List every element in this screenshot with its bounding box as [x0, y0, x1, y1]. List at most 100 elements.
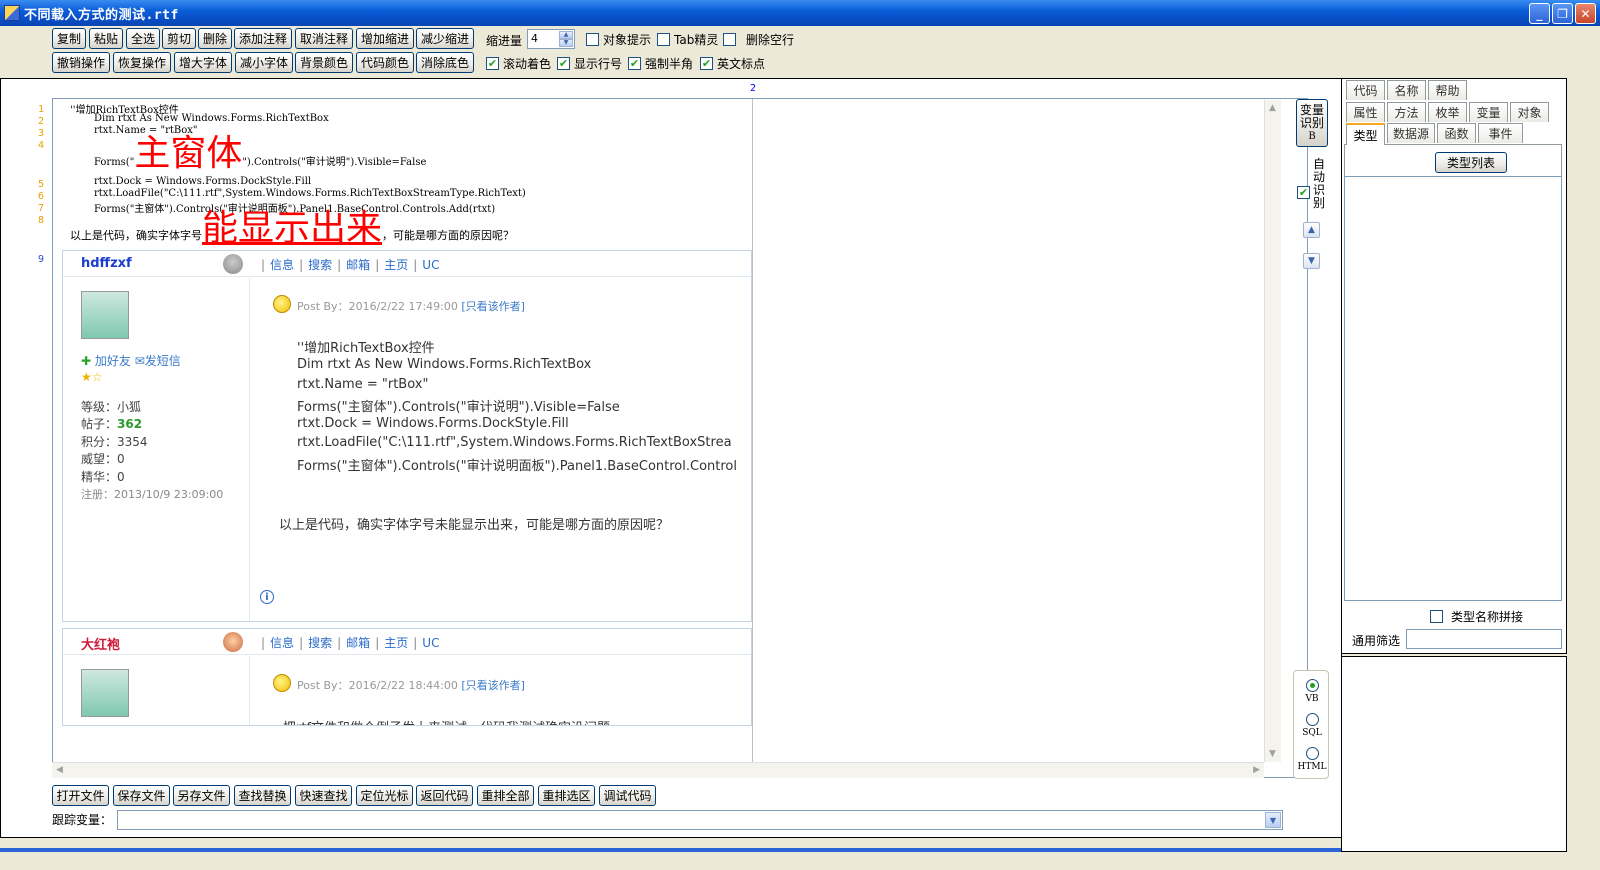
- code-color-button[interactable]: 代码颜色: [356, 52, 414, 73]
- option-scroll-coloring[interactable]: ✔ 滚动着色: [486, 55, 551, 72]
- scroll-right-icon[interactable]: ▶: [1253, 765, 1260, 775]
- link-uc[interactable]: UC: [422, 258, 439, 272]
- radio-sql[interactable]: [1306, 713, 1319, 726]
- tab-types[interactable]: 类型: [1346, 123, 1385, 145]
- tab-enums[interactable]: 枚举: [1428, 102, 1467, 122]
- code-line: Dim rtxt As New Windows.Forms.RichTextBo…: [94, 113, 329, 124]
- return-code-button[interactable]: 返回代码: [416, 785, 473, 806]
- track-variable-combo[interactable]: ▼: [117, 810, 1283, 830]
- only-author-link[interactable]: [只看该作者]: [461, 679, 525, 692]
- maximize-button[interactable]: ❐: [1552, 3, 1573, 24]
- editor-horizontal-scrollbar[interactable]: ◀ ▶: [52, 762, 1264, 778]
- indent-value: 4: [531, 32, 538, 45]
- type-list[interactable]: [1344, 176, 1562, 601]
- save-file-button[interactable]: 保存文件: [113, 785, 170, 806]
- checkbox-type-name-concat[interactable]: [1430, 610, 1443, 623]
- line-number: 9: [38, 254, 45, 265]
- option-tab-sprite[interactable]: Tab精灵: [657, 31, 718, 48]
- find-replace-button[interactable]: 查找替换: [234, 785, 291, 806]
- debug-code-button[interactable]: 调试代码: [599, 785, 656, 806]
- option-english-punctuation[interactable]: ✔ 英文标点: [700, 55, 765, 72]
- spin-down-icon[interactable]: ▼: [559, 39, 573, 47]
- increase-indent-button[interactable]: 增加缩进: [356, 28, 414, 49]
- increase-font-button[interactable]: 增大字体: [174, 52, 232, 73]
- move-up-icon[interactable]: ▲: [1303, 222, 1320, 238]
- decrease-indent-button[interactable]: 减少缩进: [416, 28, 474, 49]
- chevron-down-icon[interactable]: ▼: [1265, 812, 1281, 828]
- link-home[interactable]: 主页: [384, 258, 408, 272]
- post-body-line: Dim rtxt As New Windows.Forms.RichTextBo…: [297, 357, 592, 372]
- decrease-font-button[interactable]: 减小字体: [235, 52, 293, 73]
- link-info[interactable]: 信息: [270, 636, 294, 650]
- checkbox-auto-recognize[interactable]: ✔: [1297, 185, 1310, 199]
- radio-vb[interactable]: [1306, 679, 1319, 692]
- link-info[interactable]: 信息: [270, 258, 294, 272]
- post-username[interactable]: 大红袍: [81, 634, 120, 653]
- tab-objects[interactable]: 对象: [1510, 102, 1549, 122]
- checkbox-object-hint[interactable]: [586, 33, 599, 46]
- editor-vertical-scrollbar[interactable]: ▲ ▼: [1264, 100, 1281, 762]
- type-list-button[interactable]: 类型列表: [1435, 152, 1507, 173]
- radio-html[interactable]: [1306, 747, 1319, 760]
- tab-events[interactable]: 事件: [1478, 123, 1523, 143]
- tab-methods[interactable]: 方法: [1387, 102, 1426, 122]
- checkbox-english-punctuation[interactable]: ✔: [700, 57, 713, 70]
- only-author-link[interactable]: [只看该作者]: [461, 300, 525, 313]
- checkbox-tab-sprite[interactable]: [657, 33, 670, 46]
- type-name-concat-toggle[interactable]: 类型名称拼接: [1430, 608, 1523, 625]
- copy-button[interactable]: 复制: [52, 28, 86, 49]
- indent-spinner[interactable]: 4 ▲ ▼: [527, 29, 575, 49]
- move-down-icon[interactable]: ▼: [1303, 253, 1320, 269]
- filter-input[interactable]: [1406, 629, 1562, 649]
- close-button[interactable]: ✕: [1575, 3, 1596, 24]
- checkbox-force-halfwidth[interactable]: ✔: [628, 57, 641, 70]
- tab-name[interactable]: 名称: [1387, 80, 1426, 100]
- checkbox-scroll-coloring[interactable]: ✔: [486, 57, 499, 70]
- variable-recognize-button[interactable]: 变量 识别 B: [1296, 99, 1328, 147]
- checkbox-show-line-numbers[interactable]: ✔: [557, 57, 570, 70]
- delete-button[interactable]: 删除: [198, 28, 232, 49]
- reformat-selection-button[interactable]: 重排选区: [538, 785, 595, 806]
- option-object-hint[interactable]: 对象提示: [586, 31, 651, 48]
- auto-recognize-toggle[interactable]: ✔ 自 动 识 别: [1297, 158, 1326, 210]
- info-icon[interactable]: i: [260, 590, 274, 604]
- add-comment-button[interactable]: 添加注释: [234, 28, 292, 49]
- save-as-button[interactable]: 另存文件: [173, 785, 230, 806]
- reformat-all-button[interactable]: 重排全部: [477, 785, 534, 806]
- link-mail[interactable]: 邮箱: [346, 258, 370, 272]
- scroll-down-icon[interactable]: ▼: [1269, 749, 1276, 759]
- open-file-button[interactable]: 打开文件: [52, 785, 109, 806]
- tab-functions[interactable]: 函数: [1437, 123, 1476, 143]
- checkbox-delete-blank-lines[interactable]: [723, 33, 736, 46]
- scroll-up-icon[interactable]: ▲: [1269, 103, 1276, 113]
- remove-comment-button[interactable]: 取消注释: [295, 28, 353, 49]
- paste-button[interactable]: 粘贴: [89, 28, 123, 49]
- locate-cursor-button[interactable]: 定位光标: [356, 785, 413, 806]
- add-friend-link[interactable]: ✚ 加好友 ✉发短信: [81, 352, 181, 369]
- tab-help[interactable]: 帮助: [1428, 80, 1467, 100]
- tab-datasource[interactable]: 数据源: [1387, 123, 1435, 143]
- link-search[interactable]: 搜索: [308, 258, 332, 272]
- post-username[interactable]: hdffzxf: [81, 256, 132, 271]
- link-home[interactable]: 主页: [384, 636, 408, 650]
- code-line: rtxt.Dock = Windows.Forms.DockStyle.Fill: [94, 176, 312, 187]
- option-show-line-numbers[interactable]: ✔ 显示行号: [557, 55, 622, 72]
- clear-background-button[interactable]: 消除底色: [416, 52, 474, 73]
- undo-button[interactable]: 撤销操作: [52, 52, 110, 73]
- spin-up-icon[interactable]: ▲: [559, 31, 573, 39]
- option-force-halfwidth[interactable]: ✔ 强制半角: [628, 55, 693, 72]
- redo-button[interactable]: 恢复操作: [113, 52, 171, 73]
- quick-find-button[interactable]: 快速查找: [295, 785, 352, 806]
- cut-button[interactable]: 剪切: [162, 28, 196, 49]
- tab-variables[interactable]: 变量: [1469, 102, 1508, 122]
- link-uc[interactable]: UC: [422, 636, 439, 650]
- link-search[interactable]: 搜索: [308, 636, 332, 650]
- select-all-button[interactable]: 全选: [126, 28, 160, 49]
- minimize-button[interactable]: _: [1529, 3, 1550, 24]
- background-color-button[interactable]: 背景颜色: [295, 52, 353, 73]
- tab-properties[interactable]: 属性: [1346, 102, 1385, 122]
- tab-code[interactable]: 代码: [1346, 80, 1385, 100]
- scroll-left-icon[interactable]: ◀: [56, 765, 63, 775]
- link-mail[interactable]: 邮箱: [346, 636, 370, 650]
- option-delete-blank-lines[interactable]: 删除空行: [723, 31, 794, 48]
